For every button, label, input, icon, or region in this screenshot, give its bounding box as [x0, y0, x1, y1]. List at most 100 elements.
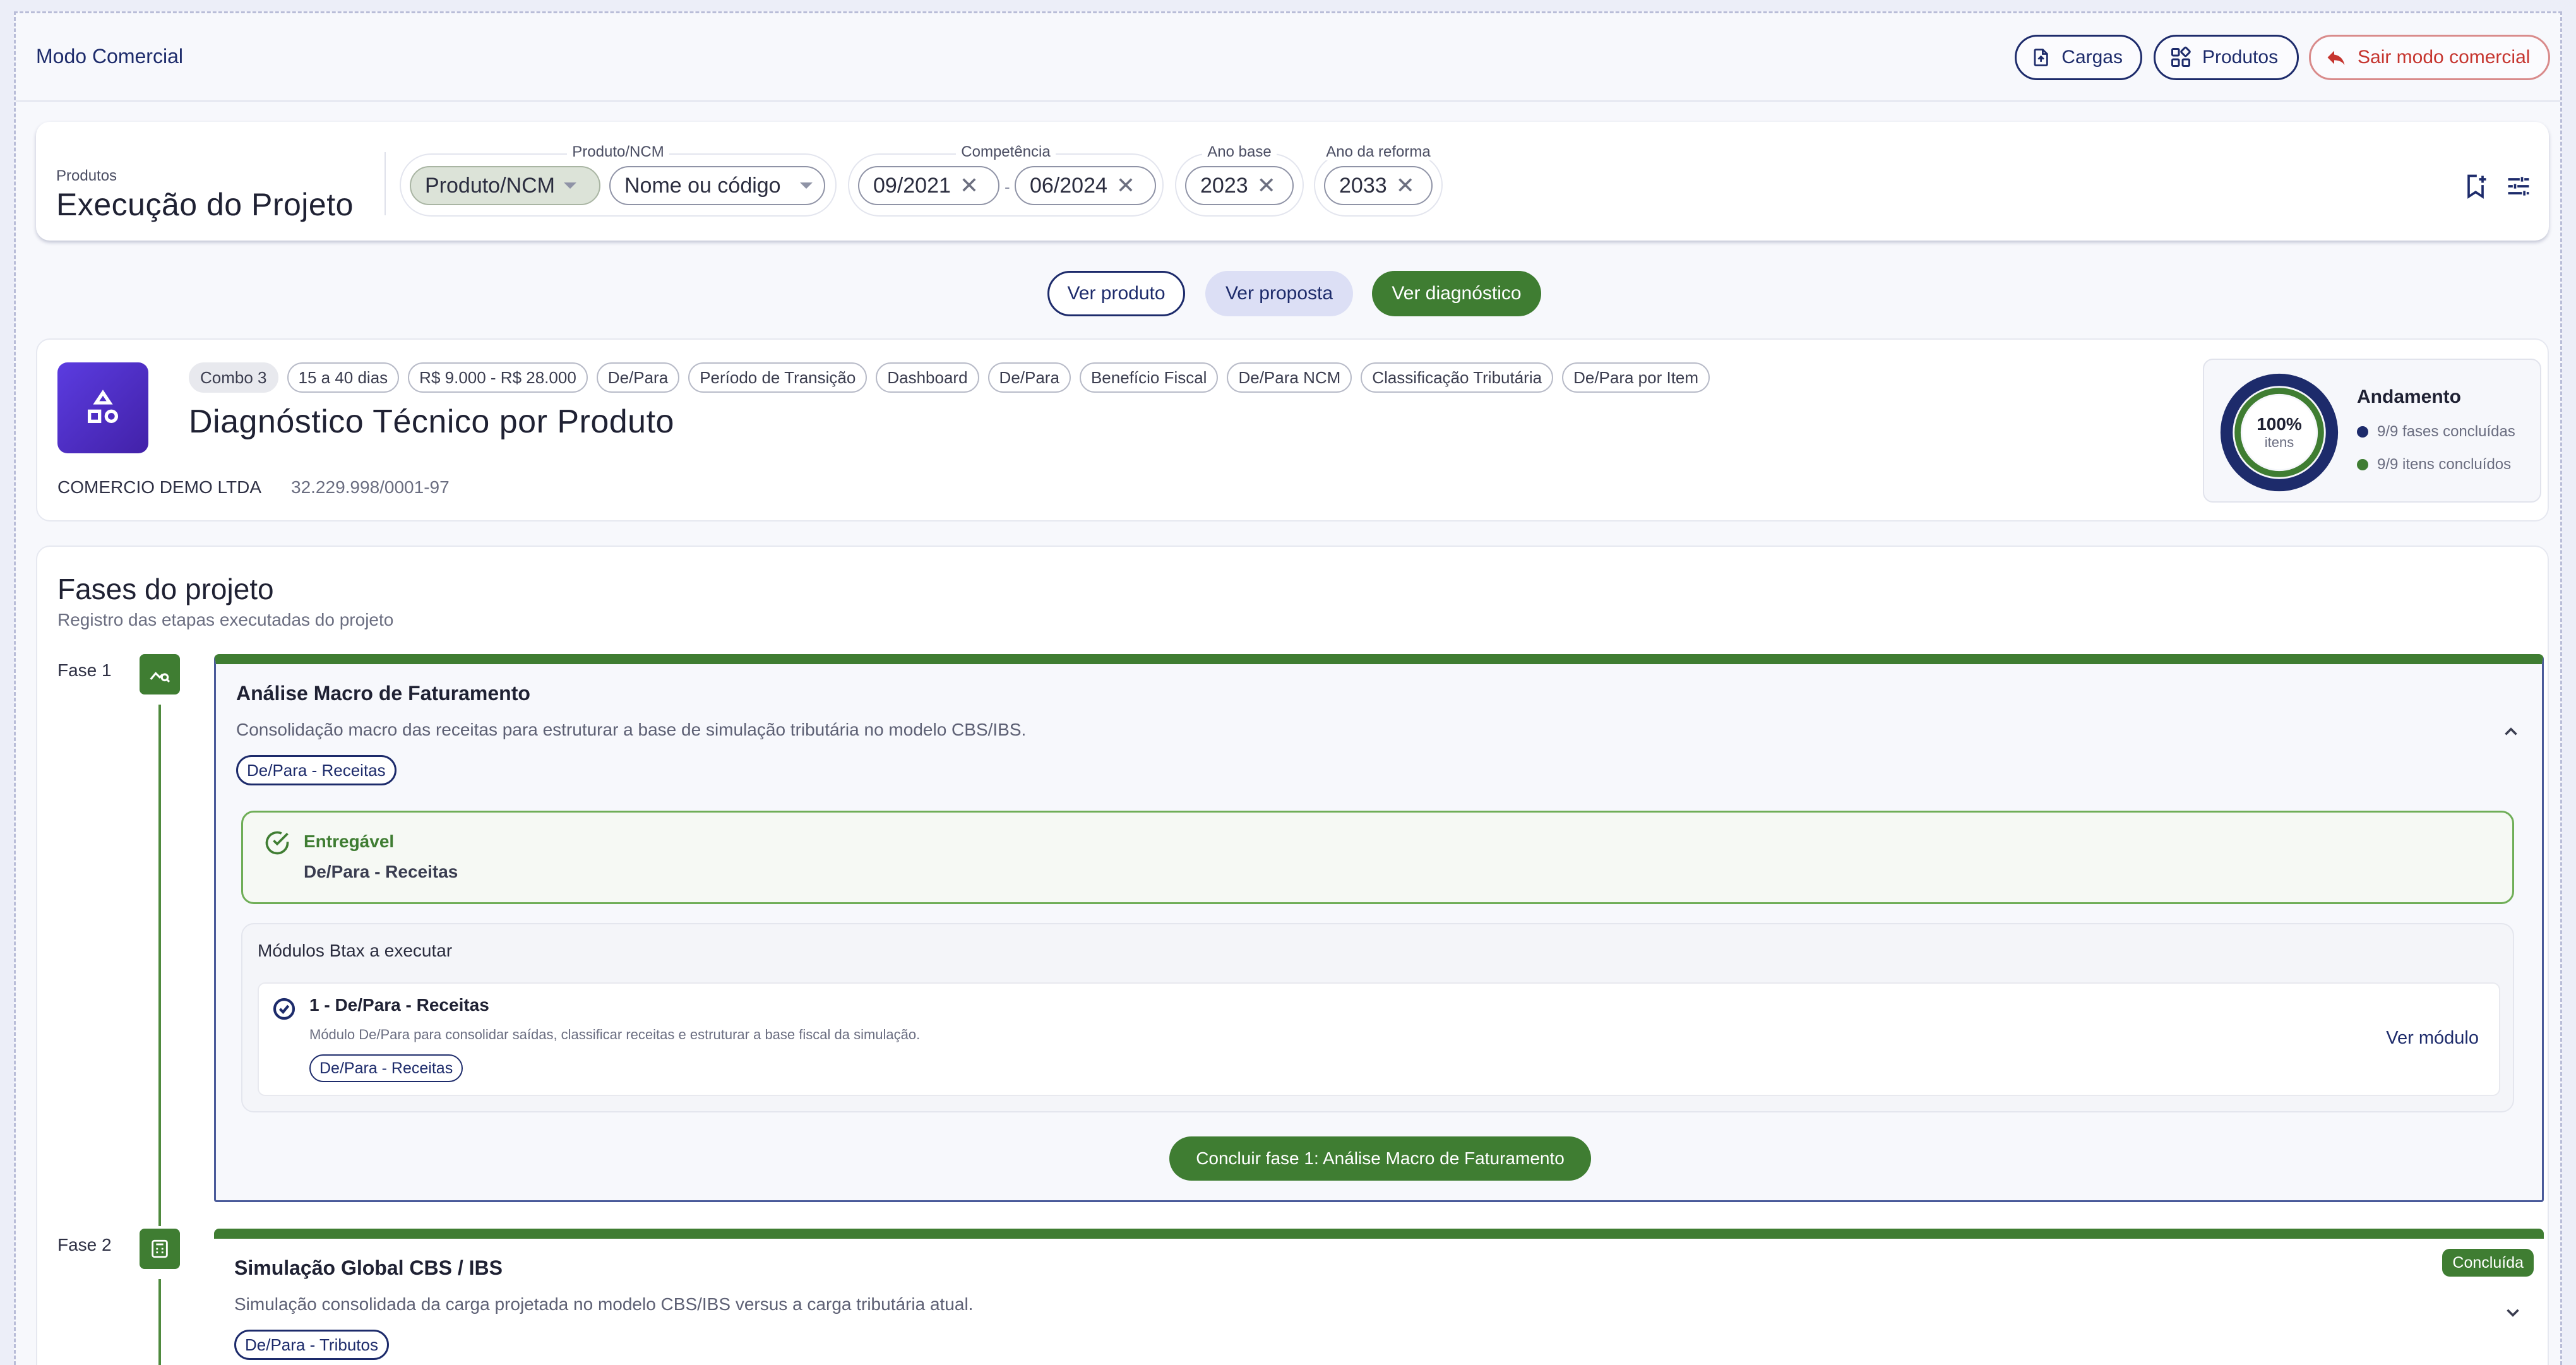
competencia-start-chip[interactable]: 09/2021 ✕ — [858, 166, 999, 205]
ano-base-value: 2023 — [1200, 173, 1248, 198]
phases-legend: 9/9 fases concluídas — [2357, 423, 2515, 441]
produtos-button[interactable]: Produtos — [2154, 35, 2299, 80]
page-title: Execução do Projeto — [56, 187, 354, 222]
ano-reforma-filter-group: Ano da reforma 2033 ✕ — [1314, 143, 1443, 217]
module-description: Módulo De/Para para consolidar saídas, c… — [309, 1027, 921, 1042]
range-separator: - — [1005, 177, 1010, 196]
timeline-line — [158, 705, 161, 1226]
app-title: Modo Comercial — [36, 45, 183, 68]
progress-percent: 100% — [2257, 414, 2302, 434]
phases-dot — [2357, 426, 2368, 438]
company-cnpj: 32.229.998/0001-97 — [291, 477, 450, 497]
produtos-label: Produtos — [2202, 47, 2279, 68]
produto-filter-group: Produto/NCM Produto/NCM Nome ou código — [400, 143, 837, 217]
filter-settings-icon[interactable] — [2505, 172, 2532, 200]
chevron-down-icon[interactable] — [2502, 1302, 2524, 1323]
product-tag: Combo 3 — [189, 362, 278, 393]
clear-icon[interactable]: ✕ — [1396, 174, 1415, 197]
exit-commercial-button[interactable]: Sair modo comercial — [2309, 35, 2550, 80]
items-done-text: 9/9 itens concluídos — [2377, 456, 2512, 473]
caret-down-icon — [800, 182, 813, 189]
chevron-up-icon[interactable] — [2500, 721, 2522, 742]
grid-icon — [2171, 46, 2191, 67]
product-tag: R$ 9.000 - R$ 28.000 — [408, 362, 588, 393]
ano-reforma-value: 2033 — [1339, 173, 1387, 198]
top-bar: Modo Comercial Cargas Produtos Sair modo… — [16, 13, 2560, 102]
shapes-icon — [57, 362, 148, 453]
product-title: Diagnóstico Técnico por Produto — [189, 403, 674, 440]
module-tag: De/Para - Receitas — [309, 1054, 463, 1082]
competencia-filter-group: Competência 09/2021 ✕ - 06/2024 ✕ — [848, 143, 1164, 217]
clear-icon[interactable]: ✕ — [1257, 174, 1276, 197]
timeline-line — [158, 1279, 161, 1365]
clear-icon[interactable]: ✕ — [960, 174, 979, 197]
deliverable-value: De/Para - Receitas — [304, 862, 458, 881]
product-tags: Combo 3 15 a 40 dias R$ 9.000 - R$ 28.000 D… — [189, 362, 1710, 393]
product-tag: De/Para NCM — [1227, 362, 1352, 393]
view-module-link[interactable]: Ver módulo — [2386, 1028, 2479, 1049]
phase-1-box: Análise Macro de Faturamento Consolidaçã… — [214, 654, 2544, 1202]
items-dot — [2357, 459, 2368, 470]
progress-box: 100% itens Andamento 9/9 fases concluída… — [2203, 359, 2541, 503]
product-search-placeholder: Nome ou código — [624, 173, 781, 198]
cargas-label: Cargas — [2061, 47, 2123, 68]
check-circle-icon — [265, 831, 289, 855]
phase-title: Análise Macro de Faturamento — [236, 682, 530, 705]
ano-base-filter-group: Ano base 2023 ✕ — [1175, 143, 1304, 217]
reply-arrow-icon — [2327, 51, 2345, 65]
phase-tag: De/Para - Receitas — [236, 755, 397, 785]
caret-down-icon — [563, 182, 576, 189]
view-diagnostic-button[interactable]: Ver diagnóstico — [1372, 271, 1541, 316]
product-tag: De/Para — [596, 362, 680, 393]
phase-title: Simulação Global CBS / IBS — [234, 1256, 503, 1279]
items-legend: 9/9 itens concluídos — [2357, 456, 2511, 474]
company-name: COMERCIO DEMO LTDA — [57, 477, 262, 497]
ano-base-label: Ano base — [1202, 143, 1277, 160]
competencia-start-value: 09/2021 — [873, 173, 951, 198]
phases-title: Fases do projeto — [57, 573, 274, 605]
phase-description: Simulação consolidada da carga projetada… — [234, 1294, 974, 1314]
view-product-button[interactable]: Ver produto — [1047, 271, 1185, 316]
phases-subtitle: Registro das etapas executadas do projet… — [57, 610, 394, 629]
ano-reforma-chip[interactable]: 2033 ✕ — [1324, 166, 1433, 205]
competencia-label: Competência — [956, 143, 1056, 160]
product-tag: Dashboard — [876, 362, 979, 393]
deliverable-label: Entregável — [304, 832, 395, 851]
product-tag: 15 a 40 dias — [287, 362, 400, 393]
exit-label: Sair modo comercial — [2358, 47, 2531, 68]
phase-tag: De/Para - Tributos — [234, 1330, 389, 1360]
product-tag: Classificação Tributária — [1361, 362, 1554, 393]
status-badge: Concluída — [2442, 1249, 2534, 1277]
clear-icon[interactable]: ✕ — [1116, 174, 1135, 197]
bookmark-add-icon[interactable] — [2462, 172, 2490, 200]
product-card: Combo 3 15 a 40 dias R$ 9.000 - R$ 28.000 D… — [36, 338, 2549, 522]
product-tag: Período de Transição — [688, 362, 868, 393]
product-tag: Benefício Fiscal — [1079, 362, 1219, 393]
app-frame: Modo Comercial Cargas Produtos Sair modo… — [14, 11, 2562, 1365]
produto-type-select[interactable]: Produto/NCM — [410, 166, 600, 205]
product-tag: De/Para — [987, 362, 1071, 393]
product-search-input[interactable]: Nome ou código — [609, 166, 825, 205]
check-circle-icon — [273, 998, 295, 1020]
module-item: 1 - De/Para - Receitas Módulo De/Para pa… — [258, 982, 2500, 1096]
product-tag: De/Para por Item — [1562, 362, 1710, 393]
progress-unit: itens — [2264, 434, 2294, 450]
conclude-phase-button[interactable]: Concluir fase 1: Análise Macro de Fatura… — [1169, 1136, 1591, 1181]
deliverable-box: Entregável De/Para - Receitas — [241, 811, 2514, 904]
chart-search-icon — [140, 654, 180, 694]
phases-done-text: 9/9 fases concluídas — [2377, 423, 2515, 440]
competencia-end-chip[interactable]: 06/2024 ✕ — [1015, 166, 1156, 205]
produto-type-value: Produto/NCM — [425, 173, 555, 198]
phase-2-box[interactable]: Simulação Global CBS / IBS Simulação con… — [214, 1229, 2544, 1365]
divider — [385, 152, 386, 215]
ano-base-chip[interactable]: 2023 ✕ — [1185, 166, 1294, 205]
modules-title: Módulos Btax a executar — [258, 941, 453, 960]
modules-box: Módulos Btax a executar 1 - De/Para - Re… — [241, 923, 2514, 1112]
view-proposal-button[interactable]: Ver proposta — [1205, 271, 1353, 316]
progress-title: Andamento — [2357, 386, 2461, 407]
cargas-button[interactable]: Cargas — [2015, 35, 2142, 80]
ano-reforma-label: Ano da reforma — [1321, 143, 1436, 160]
filter-card: Produtos Execução do Projeto Produto/NCM… — [36, 122, 2549, 241]
phase-2-label: Fase 2 — [57, 1235, 112, 1255]
file-upload-icon — [2034, 49, 2048, 66]
